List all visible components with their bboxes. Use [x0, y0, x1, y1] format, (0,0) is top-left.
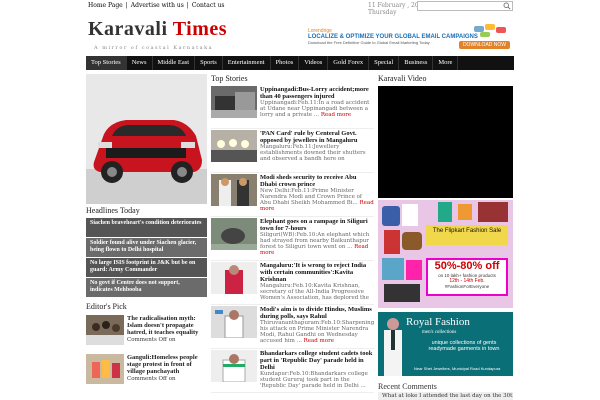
story-title[interactable]: Bhandarkars college student cadets took … — [260, 350, 374, 371]
royal-fashion-tagline: unique collections of gents readymade ga… — [428, 340, 500, 352]
story-title[interactable]: Uppinangadi:Bus-Lorry accident;more than… — [260, 86, 374, 100]
story-excerpt: New Delhi:Feb.11:Prime Minister Narendra… — [260, 188, 374, 212]
logo-name-b: Times — [172, 18, 228, 40]
logo-tagline: A mirror of coastal Karnataka — [94, 45, 214, 51]
headlines-today-title: Headlines Today — [86, 206, 140, 215]
list-item[interactable]: Ganguli:Homeless people stage protest in… — [86, 354, 207, 389]
speech-bubbles-icon — [474, 24, 506, 37]
editors-pick-list: The radicalisation myth: Islam doesn't p… — [86, 315, 207, 393]
list-item[interactable]: Modi sheds security to receive Abu Dhabi… — [211, 174, 374, 217]
story-title[interactable]: Modi's aim is to divide Hindus, Muslims … — [260, 306, 374, 320]
story-excerpt: Siliguri(WB):Feb.10:An elephant which ha… — [260, 232, 374, 256]
car-image — [86, 74, 207, 204]
story-title[interactable]: Elephant goes on a rampage in Siliguri t… — [260, 218, 374, 232]
nav-top-stories[interactable]: Top Stories — [86, 56, 127, 70]
nav-more[interactable]: More — [433, 56, 459, 70]
main-nav: Top Stories News Middle East Sports Ente… — [86, 56, 514, 70]
video-player[interactable] — [378, 86, 513, 198]
story-excerpt-text: New Delhi:Feb.11:Prime Minister Narendra… — [260, 188, 362, 206]
nav-news[interactable]: News — [127, 56, 153, 70]
story-thumbnail[interactable] — [211, 130, 257, 162]
story-excerpt: Kundapur:Feb.10:Bhandarkars college stud… — [260, 371, 368, 389]
nav-business[interactable]: Business — [399, 56, 434, 70]
top-stories-list: Uppinangadi:Bus-Lorry accident;more than… — [211, 86, 374, 394]
story-excerpt-text: Uppinangadi:Feb.11:In a road accident at… — [260, 100, 370, 118]
story-thumbnail[interactable] — [211, 218, 257, 250]
list-item[interactable]: Uppinangadi:Bus-Lorry accident;more than… — [211, 86, 374, 129]
headline-item[interactable]: Siachen braveheart's condition deteriora… — [86, 218, 207, 237]
pick-title[interactable]: Ganguli:Homeless people stage protest in… — [127, 354, 207, 375]
flipkart-ad[interactable]: The Flipkart Fashion Sale 50%-80% off on… — [378, 200, 513, 308]
headline-item[interactable]: No large ISIS footprint in J&K but be on… — [86, 258, 207, 277]
royal-fashion-ad[interactable]: Royal Fashion men's collections unique c… — [378, 312, 513, 376]
karavali-video-title: Karavali Video — [378, 74, 427, 83]
nav-photos[interactable]: Photos — [271, 56, 300, 70]
search-icon[interactable] — [503, 2, 511, 10]
nav-videos[interactable]: Videos — [299, 56, 329, 70]
headline-item[interactable]: No govt if Centre does not support, indi… — [86, 278, 207, 297]
story-excerpt: Uppinangadi:Feb.11:In a road accident at… — [260, 100, 374, 118]
flipkart-banner: The Flipkart Fashion Sale — [426, 225, 508, 245]
recent-comment[interactable]: What at loke I attended the last day on … — [378, 392, 513, 400]
top-links: Home Page | Advertise with us | Contact … — [88, 2, 225, 9]
top-bar: Home Page | Advertise with us | Contact … — [0, 0, 600, 16]
list-item[interactable]: Modi's aim is to divide Hindus, Muslims … — [211, 306, 374, 349]
story-thumbnail[interactable] — [211, 306, 257, 338]
story-excerpt-text: Siliguri(WB):Feb.10:An elephant which ha… — [260, 232, 370, 250]
read-more-link[interactable]: Read more — [321, 112, 351, 118]
story-title[interactable]: Modi sheds security to receive Abu Dhabi… — [260, 174, 374, 188]
royal-fashion-name: Royal Fashion — [406, 316, 470, 328]
top-link-home[interactable]: Home Page — [88, 2, 123, 9]
deal-percent: 50%-80% off — [434, 260, 500, 272]
story-thumbnail[interactable] — [211, 262, 257, 294]
search-input[interactable] — [417, 1, 513, 11]
story-title[interactable]: Mangaluru:'It is wrong to reject India w… — [260, 262, 374, 283]
top-link-sep: | — [186, 2, 189, 9]
royal-fashion-address: Near Shet Jewellers, Municipal Road Kund… — [414, 366, 501, 371]
top-stories-title: Top Stories — [211, 74, 248, 83]
pick-thumbnail[interactable] — [86, 315, 124, 345]
header-ad[interactable]: Lorendrige LOCALIZE & OPTIMIZE YOUR GLOB… — [308, 24, 512, 50]
headline-item[interactable]: Soldier found alive under Siachen glacie… — [86, 238, 207, 257]
story-excerpt: Thiruvananthapuram:Feb.10:Sharpening his… — [260, 320, 374, 344]
story-thumbnail[interactable] — [211, 86, 257, 118]
model-image — [378, 312, 408, 376]
deal-hashtag: #FashionForEveryone — [444, 284, 490, 289]
nav-middle-east[interactable]: Middle East — [153, 56, 196, 70]
feature-image[interactable] — [86, 74, 207, 204]
logo-name-a: Karavali — [88, 18, 168, 40]
nav-sports[interactable]: Sports — [195, 56, 223, 70]
top-link-sep: | — [125, 2, 128, 9]
top-link-contact[interactable]: Contact us — [192, 2, 225, 9]
headlines-list: Siachen braveheart's condition deteriora… — [86, 218, 207, 298]
royal-fashion-sub: men's collections — [422, 330, 457, 335]
logo-text: Karavali Times — [88, 18, 288, 41]
list-item[interactable]: Mangaluru:'It is wrong to reject India w… — [211, 262, 374, 305]
list-item[interactable]: The radicalisation myth: Islam doesn't p… — [86, 315, 207, 350]
flipkart-deal: 50%-80% off on 10 lakh+ fashion products… — [426, 258, 508, 296]
story-thumbnail[interactable] — [211, 174, 257, 206]
list-item[interactable]: Bhandarkars college student cadets took … — [211, 350, 374, 393]
recent-comments-title: Recent Comments — [378, 382, 437, 391]
story-title[interactable]: 'PAN Card' rule by Centeral Govt. oppose… — [260, 130, 374, 144]
story-excerpt: Mangaluru:Feb.11:Jewellery establishment… — [260, 144, 366, 162]
story-thumbnail[interactable] — [211, 350, 257, 382]
story-excerpt: Mangaluru:Feb.10:Kavita Krishnan, secret… — [260, 283, 369, 301]
pick-comments: Comments Off on — [127, 376, 176, 382]
list-item[interactable]: 'PAN Card' rule by Centeral Govt. oppose… — [211, 130, 374, 173]
pick-thumbnail[interactable] — [86, 354, 124, 384]
nav-special[interactable]: Special — [369, 56, 400, 70]
list-item[interactable]: Elephant goes on a rampage in Siliguri t… — [211, 218, 374, 261]
site-logo[interactable]: Karavali Times A mirror of coastal Karna… — [88, 18, 288, 52]
nav-gold-forex[interactable]: Gold Forex — [328, 56, 370, 70]
download-now-button[interactable]: DOWNLOAD NOW — [458, 41, 510, 49]
editors-pick-title: Editor's Pick — [86, 302, 127, 311]
nav-entertainment[interactable]: Entertainment — [223, 56, 271, 70]
pick-comments: Comments Off on — [127, 337, 176, 343]
read-more-link[interactable]: Read more — [304, 338, 334, 344]
top-link-advertise[interactable]: Advertise with us — [131, 2, 184, 9]
pick-title[interactable]: The radicalisation myth: Islam doesn't p… — [127, 315, 207, 336]
